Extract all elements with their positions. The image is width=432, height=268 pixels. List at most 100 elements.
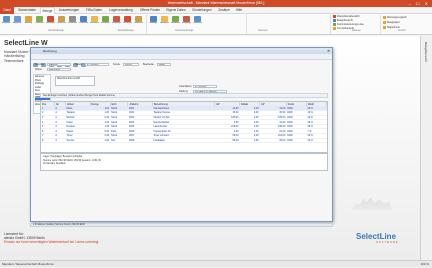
list-icon — [333, 19, 336, 22]
selectline-logo: SelectLine — [356, 232, 397, 241]
table-cell: 65,00 — [259, 138, 287, 144]
ref-field[interactable]: Meier — [157, 63, 171, 67]
ribbon-button[interactable]: Eingangsrechnung — [182, 16, 191, 28]
ribbon-button[interactable]: Gutschrift — [57, 16, 66, 28]
status-bar: Mandant: Warenwirtschaft Musterfirma 100… — [0, 260, 432, 267]
group-label: Lieferantenbelege — [175, 30, 194, 32]
ribbon-separator — [380, 15, 381, 34]
delivery-label: Lieferdatum — [179, 85, 192, 88]
table-row[interactable]: 8 A Service 1,00 Std 4008 Installation 65,00 0,0… — [41, 138, 327, 144]
ribbon-button[interactable]: Proforma — [68, 16, 77, 28]
side-panel-label: Belegübersicht — [424, 42, 428, 62]
ribbon-small-button[interactable]: Belegübersicht — [333, 19, 353, 22]
table-cell: Service — [65, 138, 91, 144]
ribbon-tabs: Datei Stammdaten Belege Auswertungen FiB… — [0, 7, 432, 14]
print-icon — [383, 26, 386, 29]
ribbon-small-button[interactable]: Terminübersicht — [333, 27, 354, 30]
ribbon-small-button[interactable]: Belegstapel — [383, 21, 400, 24]
ribbon-small-button[interactable]: Dispositionsübersicht — [333, 15, 360, 18]
ref-label: Bearbeiter — [143, 63, 155, 66]
window-controls[interactable]: – ☐ ✕ — [409, 0, 430, 7]
ribbon-button[interactable]: Bestellung — [90, 16, 99, 28]
delivery-field[interactable]: 27.11.2011 — [193, 85, 217, 89]
status-field[interactable]: Rechnung — [47, 68, 71, 72]
group-label: Einkaufsbelege — [118, 30, 134, 32]
ribbon-button[interactable]: Lieferschein — [35, 16, 44, 28]
window-title: Warenwirtschaft - Mandant Warenwirtschaf… — [167, 1, 265, 5]
window-status: 1 Positionen markiert Summe brutto 1.061… — [30, 223, 333, 227]
invoice-window-titlebar: Rechnung ✕ — [31, 48, 332, 54]
positions-toolbar[interactable]: Neu Einfügen Löschen | Artikel suchen Me… — [40, 93, 328, 98]
tab-hilfe[interactable]: Hilfe — [233, 7, 245, 14]
brand-title: SelectLine W — [4, 40, 48, 47]
table-cell: 8 — [41, 138, 55, 144]
number-field[interactable]: RE0009 — [47, 63, 71, 67]
tab-belege[interactable]: Belege — [40, 7, 55, 14]
license-info: Lizenziert für: atendo GmbH, 13509 Berli… — [4, 232, 100, 245]
detail-line: Versandart: Spedition — [43, 162, 66, 166]
group-label: Verkaufsbelege — [48, 30, 64, 32]
group-label: Aktionen — [352, 30, 361, 32]
invoice-toolbar — [31, 54, 332, 67]
list-icon — [333, 15, 336, 18]
selectline-logo-sub: SOFTWARE — [376, 241, 399, 244]
ribbon-button[interactable]: Wareneingang — [101, 16, 110, 28]
ribbon-separator — [246, 15, 247, 34]
tab-einstellungen[interactable]: Einstellungen — [189, 7, 215, 14]
tab-auswertungen[interactable]: Auswertungen — [56, 7, 82, 14]
tab-fibu[interactable]: FiBu-Daten — [83, 7, 105, 14]
date-field[interactable]: 27.11.2011 — [85, 63, 109, 67]
tab-lagerverwaltung[interactable]: Lagerverwaltung — [106, 7, 136, 14]
table-cell: 8400 — [286, 138, 307, 144]
table-cell: A — [54, 138, 66, 144]
tab-stammdaten[interactable]: Stammdaten — [15, 7, 39, 14]
ribbon-small-button[interactable]: Stapeldruck — [383, 26, 400, 29]
table-cell: 19 % — [306, 138, 327, 144]
group-label: Sammeln — [258, 30, 268, 32]
window-titlebar: Warenwirtschaft - Mandant Warenwirtschaf… — [0, 0, 432, 7]
table-cell: 1,00 — [90, 138, 111, 144]
table-cell: Std — [110, 138, 128, 144]
tab-eigene-daten[interactable]: Eigene Daten — [164, 7, 188, 14]
ribbon-separator — [330, 15, 331, 34]
ribbon-button[interactable]: Anfrage — [149, 16, 158, 28]
detail-panel: Lager: Hauptlager Bestand verfügbar Summ… — [40, 153, 328, 171]
stack-icon — [383, 21, 386, 24]
ribbon-small-button[interactable]: Kommissionierungs-Liste — [333, 23, 364, 26]
calendar-icon — [333, 27, 336, 30]
ribbon-button[interactable]: Eingangsrech. — [112, 16, 121, 28]
number-label: Nummer — [35, 63, 45, 66]
positions-grid: Pos Art Artikel Menge Einh Artikelnr. Be… — [40, 101, 328, 153]
date-label: Datum — [75, 63, 83, 66]
ribbon-button[interactable]: Auftrag — [24, 16, 33, 28]
tab-offene-posten[interactable]: Offene Posten — [137, 7, 163, 14]
ribbon-separator — [146, 15, 147, 34]
ribbon-button[interactable]: Rechnung — [123, 16, 132, 28]
ribbon-button[interactable]: Angebot Gliederung — [2, 16, 11, 28]
table-cell: 4008 — [127, 138, 153, 144]
compare-icon — [383, 16, 386, 19]
ribbon-button[interactable]: Wareneingang — [171, 16, 180, 28]
ribbon-button[interactable]: Rechnung — [46, 16, 55, 28]
table-cell: Installation — [152, 138, 215, 144]
ribbon-button[interactable]: Angebot Verwandt — [13, 16, 22, 28]
invoice-window-title: Rechnung — [43, 49, 57, 53]
address-field[interactable]: Maschinenbau GmbH — [55, 76, 95, 86]
ribbon-button[interactable]: Lieferanfrage — [79, 16, 88, 28]
ribbon-button[interactable]: Bestellung — [160, 16, 169, 28]
table-cell: 65,00 — [214, 138, 240, 144]
customer-field[interactable]: 10001 — [123, 63, 139, 67]
tab-zusaetze[interactable]: Zusätze — [216, 7, 232, 14]
ribbon-button[interactable]: Lieferantenbestellung — [193, 16, 202, 28]
ribbon-small-button[interactable]: Wertungsvergleich — [383, 16, 407, 19]
list-icon — [333, 23, 336, 26]
side-panel[interactable]: Belegübersicht — [420, 36, 432, 260]
ribbon: Angebot Gliederung Angebot Verwandt Auft… — [0, 14, 432, 35]
table-cell: 0,00 — [239, 138, 260, 144]
ribbon-button[interactable]: Gutschrift — [134, 16, 143, 28]
status-label: Status — [35, 68, 42, 71]
close-icon[interactable]: ✕ — [327, 48, 330, 54]
group-label: Ansicht — [398, 30, 406, 32]
tab-datei[interactable]: Datei — [0, 7, 14, 14]
customer-label: Kunde — [113, 63, 120, 66]
